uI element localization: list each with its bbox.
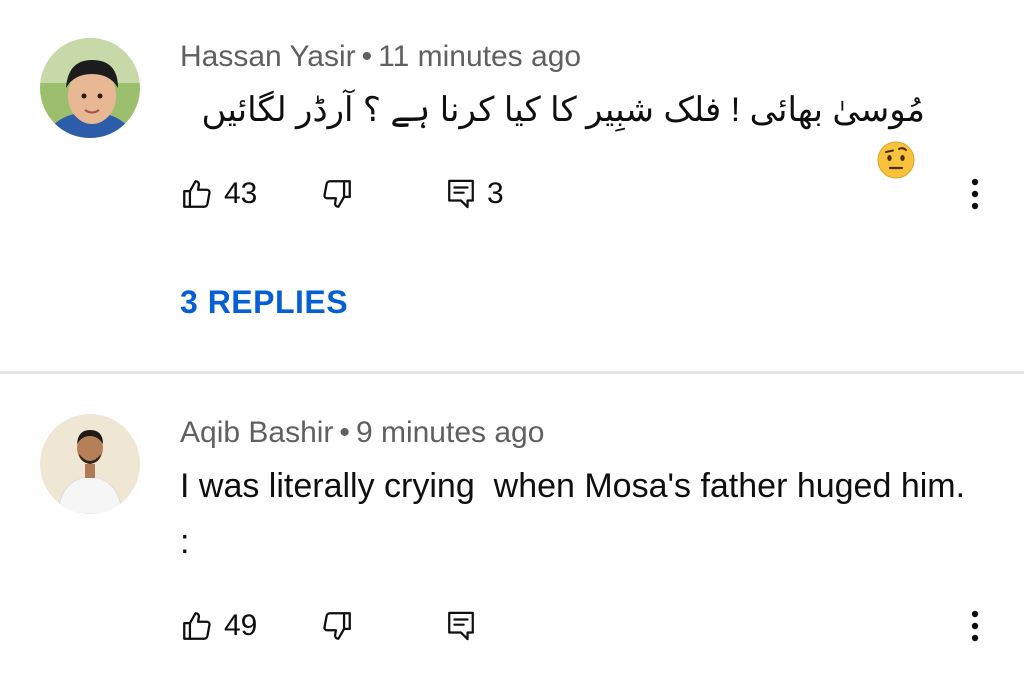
thumbs-down-icon <box>320 609 354 643</box>
comment-text-content: مُوسیٰ بھائی ! فلک شبِیر کا کیا کرنا ہے … <box>201 91 926 129</box>
more-options-button[interactable] <box>960 606 990 646</box>
comment-aqib-bashir: Aqib Bashir • 9 minutes ago I was literall… <box>0 376 1024 681</box>
thumbs-up-icon <box>180 609 214 643</box>
avatar[interactable] <box>40 414 140 514</box>
view-replies-button[interactable]: 3 REPLIES <box>180 284 348 321</box>
vertical-dots-icon <box>971 178 979 210</box>
reply-count: 3 <box>487 177 504 210</box>
comment-reply-icon <box>445 177 477 211</box>
author-name[interactable]: Aqib Bashir <box>180 416 333 449</box>
comment-text: I was literally crying when Mosa's fathe… <box>180 467 975 561</box>
like-count: 49 <box>224 609 258 642</box>
comment-meta: Aqib Bashir • 9 minutes ago <box>180 416 544 450</box>
comment-actions: 43 3 <box>180 174 1000 214</box>
comment-meta: Hassan Yasir • 11 minutes ago <box>180 40 581 74</box>
like-count: 43 <box>224 177 258 210</box>
comment-reply-icon <box>445 609 477 643</box>
dislike-button[interactable] <box>320 606 354 646</box>
dislike-button[interactable] <box>320 174 354 214</box>
reply-button[interactable]: 3 <box>445 174 504 214</box>
comment-hassan-yasir: Hassan Yasir • 11 minutes ago مُوسیٰ بھائی… <box>0 0 1024 372</box>
avatar[interactable] <box>40 38 140 138</box>
comment-divider <box>0 371 1024 374</box>
meta-separator: • <box>361 40 373 73</box>
author-name[interactable]: Hassan Yasir <box>180 40 356 73</box>
thumbs-down-icon <box>320 177 354 211</box>
comment-time: 11 minutes ago <box>378 40 582 73</box>
meta-separator: • <box>339 416 350 449</box>
vertical-dots-icon <box>971 610 979 642</box>
more-options-button[interactable] <box>960 174 990 214</box>
comment-time: 9 minutes ago <box>355 416 545 449</box>
like-button[interactable]: 49 <box>180 606 257 646</box>
comment-actions: 49 <box>180 606 1000 646</box>
like-button[interactable]: 43 <box>180 174 257 214</box>
thumbs-up-icon <box>180 177 214 211</box>
reply-button[interactable] <box>445 606 477 646</box>
